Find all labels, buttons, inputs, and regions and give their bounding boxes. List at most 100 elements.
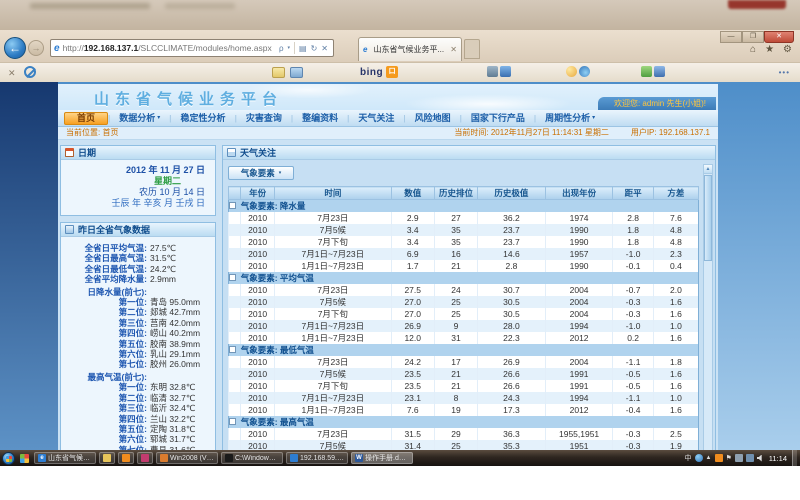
menu-item-0[interactable]: 首页 bbox=[64, 112, 108, 125]
table-row[interactable]: 20107月23日31.52936.31955,1951-0.32.5 bbox=[229, 428, 699, 440]
wangwang-tray-icon[interactable] bbox=[715, 454, 723, 462]
display-tray-icon[interactable] bbox=[735, 454, 743, 462]
scrollbar-thumb[interactable] bbox=[704, 175, 712, 261]
table-row[interactable]: 20107月5候3.43523.719901.84.8 bbox=[229, 224, 699, 236]
table-row[interactable]: 20101月1日~7月23日7.61917.32012-0.41.6 bbox=[229, 404, 699, 416]
messenger-tray-icon[interactable] bbox=[695, 454, 703, 462]
more-addons-icon[interactable]: ••• bbox=[779, 68, 790, 77]
column-header[interactable]: 数值 bbox=[391, 187, 434, 200]
column-header[interactable]: 出现年份 bbox=[545, 187, 613, 200]
column-header[interactable]: 历史极值 bbox=[478, 187, 546, 200]
taskbar-button-0[interactable]: e山东省气候业... bbox=[34, 452, 96, 464]
tab-close-icon[interactable]: ✕ bbox=[450, 45, 457, 54]
menu-item-2[interactable]: 稳定性分析 bbox=[172, 112, 235, 125]
table-row[interactable]: 20107月23日27.52430.72004-0.72.0 bbox=[229, 284, 699, 296]
scroll-up-icon[interactable]: ▲ bbox=[704, 165, 712, 174]
table-scrollbar[interactable]: ▲ bbox=[703, 164, 713, 450]
menu-item-5[interactable]: 天气关注 bbox=[349, 112, 403, 125]
menu-item-label: 周期性分析 bbox=[545, 112, 590, 125]
addon-icon[interactable] bbox=[641, 66, 652, 77]
element-filter-button[interactable]: 气象要素 ▾ bbox=[228, 166, 294, 180]
table-row[interactable]: 20107月1日~7月23日6.91614.61957-1.02.3 bbox=[229, 248, 699, 260]
table-row[interactable]: 20107月23日24.21726.92004-1.11.8 bbox=[229, 356, 699, 368]
taskbar-button-5[interactable]: C:\Windows\s... bbox=[221, 452, 283, 464]
menu-item-4[interactable]: 整编资料 bbox=[293, 112, 347, 125]
taskbar-clock[interactable]: 11:14 bbox=[769, 454, 787, 463]
collapse-box-icon[interactable] bbox=[229, 346, 236, 353]
table-row[interactable]: 20101月1日~7月23日1.7212.81990-0.10.4 bbox=[229, 260, 699, 272]
collapse-box-icon[interactable] bbox=[229, 274, 236, 281]
menu-item-7[interactable]: 国家下行产品 bbox=[462, 112, 534, 125]
start-button[interactable] bbox=[2, 452, 15, 465]
table-row[interactable]: 20107月5候31.42535.31951-0.31.9 bbox=[229, 440, 699, 450]
addon-icon[interactable] bbox=[654, 66, 665, 77]
collapse-box-icon[interactable] bbox=[229, 418, 236, 425]
table-cell: 2010 bbox=[241, 380, 275, 392]
bing-search-widget[interactable]: bing 口 bbox=[360, 66, 398, 78]
table-row[interactable]: 20107月下旬27.02530.52004-0.31.6 bbox=[229, 308, 699, 320]
column-header[interactable]: 距平 bbox=[613, 187, 653, 200]
column-header[interactable]: 方差 bbox=[653, 187, 698, 200]
addon-icon[interactable] bbox=[500, 66, 511, 77]
table-row[interactable]: 20107月下旬3.43523.719901.84.8 bbox=[229, 236, 699, 248]
taskbar-button-4[interactable]: Win2008 (VS2... bbox=[156, 452, 218, 464]
blocked-plugin-icon[interactable] bbox=[24, 66, 36, 78]
search-dropdown-icon[interactable]: ▾ bbox=[288, 45, 291, 51]
table-group-row[interactable]: 气象要素: 最高气温 bbox=[229, 416, 699, 428]
table-group-row[interactable]: 气象要素: 最低气温 bbox=[229, 344, 699, 356]
addon-cluster-1[interactable] bbox=[487, 66, 511, 77]
addon-icon[interactable] bbox=[566, 66, 577, 77]
taskbar-button-2[interactable] bbox=[118, 452, 134, 464]
column-header[interactable]: 年份 bbox=[241, 187, 275, 200]
table-group-row[interactable]: 气象要素: 平均气温 bbox=[229, 272, 699, 284]
refresh-icon[interactable]: ↻ bbox=[311, 44, 318, 53]
taskbar-button-6[interactable]: 192.168.59.99... bbox=[286, 452, 348, 464]
addon-icon[interactable] bbox=[487, 66, 498, 77]
maximize-button[interactable]: ❐ bbox=[742, 31, 764, 43]
address-bar[interactable]: e http://192.168.137.1/SLCCLIMATE/module… bbox=[50, 39, 334, 57]
note-addon-icon[interactable] bbox=[272, 67, 285, 78]
addon-cluster-3[interactable] bbox=[641, 66, 665, 77]
compatibility-icon[interactable]: ▤ bbox=[299, 44, 307, 53]
table-row[interactable]: 20107月下旬23.52126.61991-0.51.6 bbox=[229, 380, 699, 392]
show-desktop-button[interactable] bbox=[792, 450, 797, 466]
table-row[interactable]: 20107月1日~7月23日26.9928.01994-1.01.0 bbox=[229, 320, 699, 332]
volume-icon[interactable] bbox=[757, 455, 764, 462]
tray-expand-icon[interactable]: ▲ bbox=[706, 455, 712, 461]
search-icon[interactable]: ρ bbox=[279, 44, 284, 53]
close-button[interactable]: ✕ bbox=[764, 31, 794, 43]
menu-item-3[interactable]: 灾害查询 bbox=[237, 112, 291, 125]
taskbar-button-3[interactable] bbox=[137, 452, 153, 464]
table-row[interactable]: 20101月1日~7月23日12.03122.320120.21.6 bbox=[229, 332, 699, 344]
new-tab-button[interactable] bbox=[464, 39, 480, 59]
back-button[interactable]: ← bbox=[4, 37, 26, 59]
minimize-button[interactable]: — bbox=[720, 31, 742, 43]
taskbar-button-1[interactable] bbox=[99, 452, 115, 464]
home-icon[interactable]: ⌂ bbox=[750, 44, 756, 55]
tools-icon[interactable]: ⚙ bbox=[783, 44, 792, 55]
pinned-app-icon[interactable] bbox=[20, 454, 29, 463]
table-group-row[interactable]: 气象要素: 降水量 bbox=[229, 200, 699, 213]
column-header[interactable]: 时间 bbox=[275, 187, 392, 200]
forward-button[interactable]: → bbox=[28, 40, 44, 56]
favorites-icon[interactable]: ★ bbox=[765, 44, 774, 55]
table-row[interactable]: 20107月5候23.52126.61991-0.51.6 bbox=[229, 368, 699, 380]
browser-tab[interactable]: e 山东省气候业务平... ✕ bbox=[358, 37, 462, 61]
column-header[interactable]: 历史排位 bbox=[434, 187, 477, 200]
stop-icon[interactable]: ✕ bbox=[321, 44, 328, 53]
table-row[interactable]: 20107月1日~7月23日23.1824.31994-1.11.0 bbox=[229, 392, 699, 404]
taskbar-button-7[interactable]: W操作手册.docx ... bbox=[351, 452, 413, 464]
close-bar-icon[interactable]: ✕ bbox=[8, 68, 16, 79]
mail-addon-icon[interactable] bbox=[290, 67, 303, 78]
action-center-flag-icon[interactable]: ⚑ bbox=[726, 454, 732, 462]
table-row[interactable]: 20107月23日2.92736.219742.87.6 bbox=[229, 212, 699, 224]
menu-item-1[interactable]: 数据分析▾ bbox=[110, 112, 169, 125]
network-tray-icon[interactable] bbox=[746, 454, 754, 462]
addon-icon[interactable] bbox=[579, 66, 590, 77]
menu-item-6[interactable]: 风险地图 bbox=[406, 112, 460, 125]
menu-item-8[interactable]: 周期性分析▾ bbox=[536, 112, 604, 125]
addon-cluster-2[interactable] bbox=[566, 66, 590, 77]
table-row[interactable]: 20107月5候27.02530.52004-0.31.6 bbox=[229, 296, 699, 308]
collapse-box-icon[interactable] bbox=[229, 202, 236, 209]
ime-indicator[interactable]: 中 bbox=[685, 453, 692, 463]
